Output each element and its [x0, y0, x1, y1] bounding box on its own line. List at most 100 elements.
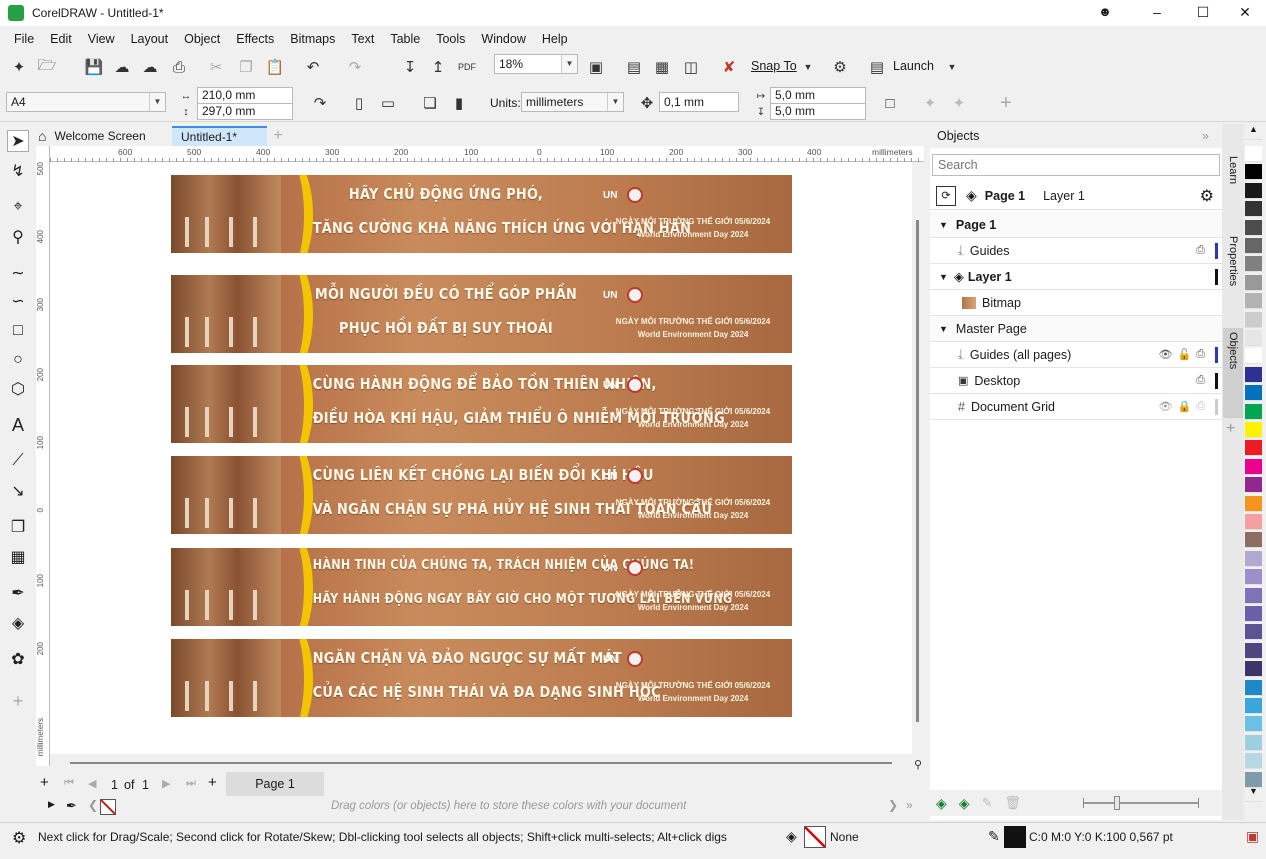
color-swatch[interactable] [1245, 734, 1262, 751]
print-icon[interactable]: ⎙ [1196, 348, 1205, 361]
add-page-before-icon[interactable]: + [40, 774, 49, 791]
smart-fill-tool-icon[interactable]: ✿ [7, 648, 29, 670]
all-pages-size-icon[interactable]: ↷ [310, 93, 330, 113]
interactive-fill-tool-icon[interactable]: ◈ [7, 612, 29, 634]
tab-welcome-screen[interactable]: ⌂ Welcome Screen [36, 126, 166, 146]
fill-none-swatch[interactable] [804, 826, 826, 848]
add-page-after-icon[interactable]: + [208, 774, 217, 791]
page-switch-icon[interactable]: ⟳ [936, 185, 956, 206]
treat-as-filled-icon[interactable]: ✦ [920, 93, 940, 113]
eyedropper-tool-icon[interactable]: ✒ [7, 582, 29, 604]
print-icon[interactable]: ⎙ [1196, 374, 1205, 387]
color-proofing-icon[interactable]: ▣ [1246, 828, 1259, 845]
guidelines-icon[interactable]: ◫ [681, 57, 701, 77]
tree-row-guides[interactable]: ⥙ Guides ⎙ [930, 238, 1222, 264]
palette-more-icon[interactable]: » [906, 798, 913, 812]
lock-icon[interactable]: 🔓 [1177, 348, 1191, 361]
outline-color-swatch[interactable] [1004, 826, 1026, 848]
zoom-tool-icon[interactable]: ⚲ [7, 226, 29, 248]
new-layer-icon[interactable]: ◈ [936, 795, 947, 812]
color-swatch[interactable] [1245, 164, 1262, 181]
slider-thumb[interactable] [1113, 796, 1120, 810]
palette-left-arrow-icon[interactable]: ❮ [88, 798, 98, 812]
tree-row-layer-1[interactable]: ▼ ◈ Layer 1 [930, 264, 1222, 290]
objects-search-input[interactable] [932, 154, 1220, 176]
banner-image[interactable]: MỖI NGƯỜI ĐỀU CÓ THỂ GÓP PHẦN PHỤC HỒI Đ… [171, 275, 792, 353]
page-size-select[interactable]: A4 ▼ [6, 92, 166, 112]
publish-pdf-icon[interactable]: PDF [457, 57, 477, 77]
cloud-share-icon[interactable]: ☁ [140, 57, 160, 77]
launch-button[interactable]: Launch [893, 59, 934, 73]
zoom-dropdown-icon[interactable]: ▼ [561, 55, 577, 73]
transparency-tool-icon[interactable]: ▦ [7, 546, 29, 568]
grid-icon[interactable]: ▦ [652, 57, 672, 77]
page-border-icon[interactable]: □ [880, 93, 900, 113]
banner-image[interactable]: CÙNG HÀNH ĐỘNG ĐỂ BẢO TỒN THIÊN NHIÊN, Đ… [171, 365, 792, 443]
portrait-icon[interactable]: ▯ [349, 93, 369, 113]
maximize-button[interactable]: ☐ [1180, 0, 1226, 26]
options-gear-icon[interactable]: ⚙ [830, 57, 850, 77]
eyedropper-icon[interactable]: ✒ [66, 798, 77, 814]
snap-to-dropdown-icon[interactable]: ▼ [798, 57, 818, 77]
color-swatch[interactable] [1245, 274, 1262, 291]
color-swatch[interactable] [1245, 219, 1262, 236]
banner-image[interactable]: HÃY CHỦ ĐỘNG ỨNG PHÓ, TĂNG CƯỜNG KHẢ NĂN… [171, 175, 792, 253]
horizontal-scrollbar[interactable] [70, 762, 892, 764]
rectangle-tool-icon[interactable]: □ [7, 320, 29, 342]
add-button-icon[interactable]: + [996, 92, 1016, 114]
lock-icon[interactable]: 🔒 [1177, 400, 1191, 413]
open-icon[interactable]: 🗁 [37, 57, 57, 77]
save-icon[interactable]: 💾 [84, 57, 104, 77]
menu-bitmaps[interactable]: Bitmaps [282, 32, 343, 46]
color-swatch[interactable] [1245, 256, 1262, 273]
menu-effects[interactable]: Effects [228, 32, 282, 46]
color-swatch[interactable] [1245, 330, 1262, 346]
color-swatch[interactable] [1245, 422, 1262, 438]
close-button[interactable]: ✕ [1222, 0, 1266, 26]
color-swatch[interactable] [1245, 458, 1262, 475]
menu-layout[interactable]: Layout [123, 32, 177, 46]
color-swatch[interactable] [1245, 532, 1262, 549]
menu-tools[interactable]: Tools [428, 32, 473, 46]
menu-window[interactable]: Window [473, 32, 533, 46]
cut-icon[interactable]: ✂ [206, 57, 226, 77]
prev-page-icon[interactable]: ◀ [88, 777, 96, 790]
color-swatch[interactable] [1245, 661, 1262, 678]
first-page-icon[interactable]: ⏮ [64, 777, 74, 790]
current-page-label[interactable]: Page 1 [985, 189, 1025, 203]
page-1-tab[interactable]: Page 1 [226, 772, 324, 796]
status-settings-gear-icon[interactable]: ⚙ [12, 828, 26, 848]
color-swatch[interactable] [1245, 753, 1262, 770]
cloud-upload-icon[interactable]: ☁ [112, 57, 132, 77]
launch-icon[interactable]: ▤ [867, 57, 887, 77]
redo-icon[interactable]: ↷ [345, 57, 365, 77]
current-layer-label[interactable]: Layer 1 [1043, 189, 1085, 203]
new-document-icon[interactable]: ✦ [9, 57, 29, 77]
page-height-field[interactable]: 297,0 mm [197, 103, 293, 120]
palette-scroll-down-icon[interactable]: ▼ [1245, 786, 1262, 802]
docker-expand-icon[interactable]: » [1202, 124, 1209, 148]
color-swatch[interactable] [1245, 514, 1262, 530]
color-swatch[interactable] [1245, 385, 1262, 402]
color-swatch[interactable] [1245, 495, 1262, 512]
tree-row-guides-all-pages[interactable]: ⥙ Guides (all pages) 👁 🔓 ⎙ [930, 342, 1222, 368]
tree-row-bitmap[interactable]: Bitmap [930, 290, 1222, 316]
account-icon[interactable]: ☻ [1082, 0, 1128, 26]
duplicate-x-field[interactable]: 5,0 mm [770, 87, 866, 104]
freehand-tool-icon[interactable]: ∼ [7, 262, 29, 284]
text-tool-icon[interactable]: A [7, 414, 29, 436]
landscape-icon[interactable]: ▭ [378, 93, 398, 113]
thumbnail-size-slider[interactable] [1082, 796, 1199, 810]
color-swatch[interactable] [1245, 569, 1262, 586]
color-swatch[interactable] [1245, 146, 1262, 162]
import-icon[interactable]: ↧ [400, 57, 420, 77]
docker-options-gear-icon[interactable]: ⚙ [1200, 186, 1214, 206]
duplicate-y-field[interactable]: 5,0 mm [770, 103, 866, 120]
units-select[interactable]: millimeters ▼ [521, 92, 624, 112]
snap-off-icon[interactable]: ✘ [719, 57, 739, 77]
pick-tool-icon[interactable]: ➤ [7, 130, 29, 152]
minimize-button[interactable]: – [1134, 0, 1180, 26]
color-swatch[interactable] [1245, 238, 1262, 254]
symmetry-icon[interactable]: ✦ [949, 93, 969, 113]
tab-objects[interactable]: Objects [1223, 328, 1243, 418]
